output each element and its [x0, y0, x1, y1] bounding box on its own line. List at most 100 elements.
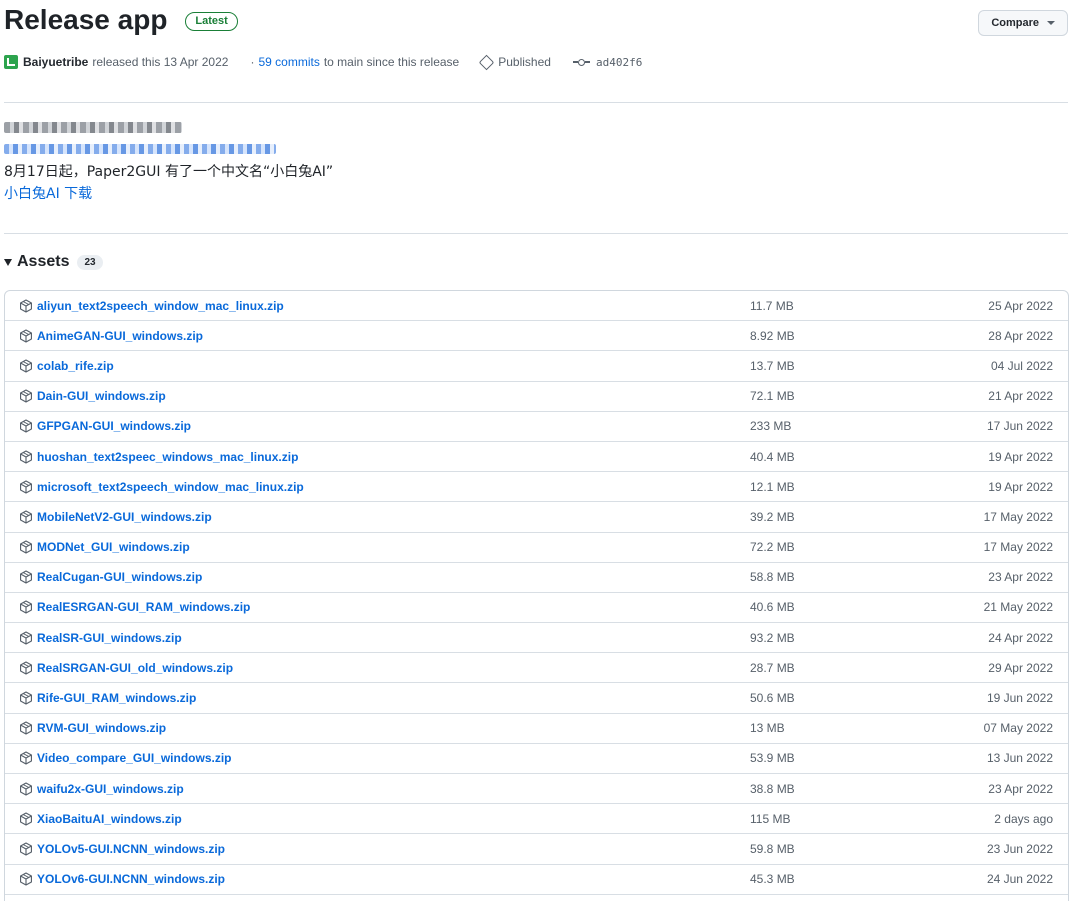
asset-size: 11.7 MB: [750, 298, 794, 313]
asset-row: Video_compare_GUI_windows.zip 53.9 MB 13 J…: [5, 744, 1068, 774]
asset-download-link[interactable]: RVM-GUI_windows.zip: [37, 721, 166, 735]
asset-size: 58.8 MB: [750, 570, 795, 585]
asset-download-link[interactable]: microsoft_text2speech_window_mac_linux.z…: [37, 480, 304, 494]
asset-download-link[interactable]: huoshan_text2speec_windows_mac_linux.zip: [37, 450, 298, 464]
asset-download-link[interactable]: waifu2x-GUI_windows.zip: [37, 782, 184, 796]
avatar[interactable]: [4, 55, 18, 69]
commits-link[interactable]: 59 commits: [258, 55, 319, 69]
asset-date: 19 Apr 2022: [988, 479, 1053, 494]
asset-row: RVM-GUI_windows.zip 13 MB 07 May 2022: [5, 714, 1068, 744]
asset-date: 13 Jun 2022: [986, 751, 1053, 766]
asset-size: 53.9 MB: [750, 751, 795, 766]
latest-badge: Latest: [185, 11, 238, 31]
asset-date: 24 Apr 2022: [988, 630, 1053, 645]
asset-download-link[interactable]: MobileNetV2-GUI_windows.zip: [37, 510, 212, 524]
package-icon: [20, 842, 32, 856]
author-link[interactable]: Baiyuetribe: [23, 55, 88, 69]
asset-row: RealSR-GUI_windows.zip 93.2 MB 24 Apr 2022: [5, 623, 1068, 654]
compare-label: Compare: [991, 17, 1039, 29]
download-link[interactable]: 小白兔AI 下载: [4, 185, 92, 203]
package-icon: [20, 782, 32, 796]
asset-size: 93.2 MB: [750, 630, 795, 645]
package-icon: [20, 872, 32, 886]
asset-size: 50.6 MB: [750, 691, 795, 706]
asset-date: 17 Jun 2022: [986, 419, 1053, 434]
asset-date: 21 May 2022: [983, 600, 1053, 615]
package-icon: [20, 540, 32, 554]
package-icon: [20, 329, 32, 343]
asset-download-link[interactable]: AnimeGAN-GUI_windows.zip: [37, 329, 203, 343]
release-title[interactable]: Release app: [4, 2, 167, 38]
asset-download-link[interactable]: aliyun_text2speech_window_mac_linux.zip: [37, 299, 284, 313]
package-icon: [20, 661, 32, 675]
asset-date: 07 May 2022: [983, 721, 1053, 736]
commits-suffix: to main since this release: [323, 55, 460, 69]
compare-button[interactable]: Compare: [978, 10, 1068, 36]
asset-download-link[interactable]: YOLOv5-GUI.NCNN_windows.zip: [37, 842, 225, 856]
divider: [4, 102, 1068, 103]
asset-date: 28 Apr 2022: [988, 328, 1053, 343]
tag-label: Published: [498, 55, 551, 69]
asset-row: MODNet_GUI_windows.zip 72.2 MB 17 May 2022: [5, 533, 1068, 563]
asset-row: XiaoBaituAI_windows.zip 115 MB 2 days ago: [5, 804, 1068, 835]
asset-download-link[interactable]: RealESRGAN-GUI_RAM_windows.zip: [37, 600, 250, 614]
asset-download-link[interactable]: RealSRGAN-GUI_old_windows.zip: [37, 661, 233, 675]
package-icon: [20, 299, 32, 313]
package-icon: [20, 691, 32, 705]
assets-list: aliyun_text2speech_window_mac_linux.zip 1…: [4, 290, 1069, 901]
package-icon: [20, 812, 32, 826]
asset-row: huoshan_text2speec_windows_mac_linux.zip…: [5, 442, 1068, 473]
asset-download-link[interactable]: MODNet_GUI_windows.zip: [37, 540, 190, 554]
asset-size: 72.1 MB: [750, 389, 795, 404]
released-text: released this 13 Apr 2022: [92, 55, 229, 69]
commit-link[interactable]: ad402f6: [572, 55, 643, 69]
package-icon: [20, 721, 32, 735]
asset-date: 29 Apr 2022: [988, 660, 1053, 675]
asset-row: RealSRGAN-GUI_old_windows.zip 28.7 MB 29 A…: [5, 653, 1068, 684]
release-header: Release app Latest: [4, 2, 238, 38]
git-commit-icon: [572, 58, 590, 66]
asset-size: 28.7 MB: [750, 660, 795, 675]
asset-row: waifu2x-GUI_windows.zip 38.8 MB 23 Apr 202…: [5, 774, 1068, 805]
commit-hash: ad402f6: [595, 55, 643, 69]
asset-date: 17 May 2022: [983, 509, 1053, 524]
asset-size: 13.7 MB: [750, 358, 795, 373]
package-icon: [20, 450, 32, 464]
blurred-link: [4, 144, 276, 154]
asset-date: 25 Apr 2022: [988, 298, 1053, 313]
assets-toggle[interactable]: Assets 23: [4, 253, 103, 271]
assets-count-badge: 23: [77, 254, 103, 270]
asset-row: Dain-GUI_windows.zip 72.1 MB 21 Apr 2022: [5, 382, 1068, 412]
chevron-down-icon: [1047, 21, 1055, 25]
asset-size: 40.4 MB: [750, 449, 795, 464]
asset-download-link[interactable]: Dain-GUI_windows.zip: [37, 389, 166, 403]
asset-download-link[interactable]: YOLOv6-GUI.NCNN_windows.zip: [37, 872, 225, 886]
asset-download-link[interactable]: RealCugan-GUI_windows.zip: [37, 570, 202, 584]
commits-separator: ·: [250, 55, 255, 69]
release-note-text: 8月17日起，Paper2GUI 有了一个中文名“小白兔AI”: [4, 164, 334, 180]
blurred-text: [4, 122, 182, 133]
package-icon: [20, 600, 32, 614]
asset-size: 40.6 MB: [750, 600, 795, 615]
asset-download-link[interactable]: GFPGAN-GUI_windows.zip: [37, 419, 191, 433]
package-icon: [20, 389, 32, 403]
asset-size: 13 MB: [750, 721, 785, 736]
asset-download-link[interactable]: RealSR-GUI_windows.zip: [37, 631, 182, 645]
asset-download-link[interactable]: colab_rife.zip: [37, 359, 114, 373]
asset-size: 38.8 MB: [750, 781, 795, 796]
asset-download-link[interactable]: XiaoBaituAI_windows.zip: [37, 812, 182, 826]
asset-size: 59.8 MB: [750, 841, 795, 856]
asset-date: 19 Apr 2022: [988, 449, 1053, 464]
asset-size: 45.3 MB: [750, 872, 795, 887]
asset-download-link[interactable]: Rife-GUI_RAM_windows.zip: [37, 691, 196, 705]
asset-size: 12.1 MB: [750, 479, 795, 494]
tag-icon: [478, 54, 495, 70]
package-icon: [20, 570, 32, 584]
tag-link[interactable]: Published: [478, 54, 551, 70]
asset-size: 8.92 MB: [750, 328, 795, 343]
asset-download-link[interactable]: Video_compare_GUI_windows.zip: [37, 751, 232, 765]
asset-row: YOLOv5-GUI.NCNN_windows.zip 59.8 MB 23 Jun…: [5, 834, 1068, 865]
asset-row: RealESRGAN-GUI_RAM_windows.zip 40.6 MB 21 …: [5, 593, 1068, 624]
release-page: Release app Latest Compare Baiyuetribe r…: [0, 0, 1080, 901]
assets-title: Assets: [17, 253, 70, 270]
